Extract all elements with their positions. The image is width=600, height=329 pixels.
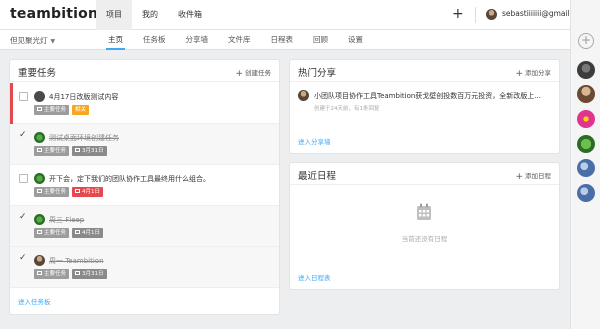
recent-schedule-card: 最近日程 + 添加日程 当前还没有日程 进入日程表 (290, 163, 559, 289)
tab-home[interactable]: 主页 (98, 30, 133, 50)
project-selector[interactable]: 但见聚光灯 ▼ (10, 35, 55, 46)
top-nav-projects[interactable]: 项目 (96, 0, 132, 30)
tab-review[interactable]: 回顾 (303, 30, 338, 50)
create-task-button[interactable]: + 创建任务 (235, 67, 271, 79)
checkmark-icon[interactable]: ✓ (19, 212, 27, 222)
task-checkbox[interactable] (19, 174, 28, 183)
member-avatar[interactable] (577, 61, 595, 79)
go-to-share-wall-link[interactable]: 进入分享墙 (298, 136, 331, 146)
task-tags: 主要任务 相关 (34, 105, 90, 115)
checkmark-icon[interactable]: ✓ (19, 130, 27, 140)
task-title: 测试桌面环境创建任务 (49, 134, 119, 142)
top-bar: teambition 项目 我的 收件箱 + sebastiiiiiii@gma… (0, 0, 588, 30)
card-header: 重要任务 + 创建任务 (10, 60, 279, 82)
checkmark-icon[interactable]: ✓ (19, 253, 27, 263)
due-date-badge: 4月1日 (72, 228, 104, 238)
card-title: 热门分享 (298, 68, 337, 79)
due-date-badge: 3月31日 (72, 269, 107, 279)
share-meta: 创建于24天前，有1条回复 (314, 106, 380, 112)
project-name: 但见聚光灯 (10, 36, 48, 45)
avatar (298, 90, 309, 101)
top-nav-mine[interactable]: 我的 (132, 0, 168, 30)
avatar (34, 173, 45, 184)
due-date-badge: 4月1日 (72, 187, 104, 197)
chevron-down-icon: ▼ (50, 38, 56, 45)
plus-icon: + (515, 172, 523, 182)
avatar (34, 91, 45, 102)
calendar-icon (75, 189, 81, 193)
card-header: 热门分享 + 添加分享 (290, 60, 559, 82)
card-title: 重要任务 (18, 68, 57, 79)
task-item[interactable]: 4月17日改版测试内容 主要任务 相关 (10, 83, 279, 124)
go-to-taskboard-link[interactable]: 进入任务板 (18, 296, 51, 306)
task-tag: 主要任务 (34, 269, 70, 279)
project-nav-bar: 但见聚光灯 ▼ 主页 任务板 分享墙 文件库 日程表 回顾 设置 (0, 30, 570, 50)
task-tags: 主要任务 3月31日 (34, 146, 107, 156)
due-date-badge: 3月31日 (72, 146, 107, 156)
add-share-button[interactable]: + 添加分享 (515, 67, 551, 79)
calendar-icon (75, 271, 81, 275)
task-item[interactable]: ✓ 周一 Teambition 主要任务 3月31日 (10, 247, 279, 288)
task-list: 4月17日改版测试内容 主要任务 相关 ✓ 测试桌面环境创建任务 主要任务 3月… (10, 83, 279, 288)
go-to-calendar-link[interactable]: 进入日程表 (298, 272, 331, 282)
user-avatar[interactable] (486, 9, 497, 20)
empty-state-text: 当前还没有日程 (401, 235, 448, 243)
tab-settings[interactable]: 设置 (338, 30, 373, 50)
avatar (34, 214, 45, 225)
add-icon[interactable]: + (452, 5, 464, 23)
list-icon (37, 271, 42, 275)
member-avatar[interactable] (577, 85, 595, 103)
task-tags: 主要任务 4月1日 (34, 228, 104, 238)
calendar-icon (417, 203, 431, 220)
task-tag: 主要任务 (34, 187, 70, 197)
app-logo[interactable]: teambition (10, 6, 98, 22)
calendar-icon (75, 148, 81, 152)
task-tags: 主要任务 3月31日 (34, 269, 107, 279)
members-rail: + (570, 0, 600, 329)
task-tag: 主要任务 (34, 146, 70, 156)
divider (475, 7, 476, 23)
share-title[interactable]: 小团队项目协作工具Teambition获戈壁创投数百万元投资，全新改版上... (314, 91, 541, 101)
tab-calendar[interactable]: 日程表 (261, 30, 304, 50)
plus-icon: + (515, 69, 523, 79)
task-title: 周三 Fleep (49, 216, 85, 224)
task-checkbox[interactable] (19, 92, 28, 101)
project-tabs: 主页 任务板 分享墙 文件库 日程表 回顾 设置 (98, 30, 373, 50)
plus-icon: + (235, 69, 243, 79)
avatar (34, 255, 45, 266)
member-avatar[interactable] (577, 110, 595, 128)
important-tasks-card: 重要任务 + 创建任务 4月17日改版测试内容 主要任务 相关 ✓ 测试桌面环境创… (10, 60, 279, 314)
top-nav: 项目 我的 收件箱 (96, 0, 212, 30)
task-tag: 主要任务 (34, 105, 70, 115)
member-avatar[interactable] (577, 135, 595, 153)
task-related-badge: 相关 (72, 105, 90, 115)
tab-share-wall[interactable]: 分享墙 (176, 30, 219, 50)
avatar (34, 132, 45, 143)
card-header: 最近日程 + 添加日程 (290, 163, 559, 185)
list-icon (37, 189, 42, 193)
calendar-icon (75, 230, 81, 234)
hot-shares-card: 热门分享 + 添加分享 小团队项目协作工具Teambition获戈壁创投数百万元投… (290, 60, 559, 153)
top-nav-inbox[interactable]: 收件箱 (168, 0, 212, 30)
add-member-button[interactable]: + (578, 33, 594, 49)
task-title: 4月17日改版测试内容 (49, 93, 119, 101)
task-title: 周一 Teambition (49, 257, 104, 265)
task-title: 开下会，定下我们的团队协作工具最终用什么组合。 (49, 175, 210, 183)
task-item[interactable]: ✓ 周三 Fleep 主要任务 4月1日 (10, 206, 279, 247)
tab-files[interactable]: 文件库 (218, 30, 261, 50)
member-avatar[interactable] (577, 159, 595, 177)
card-title: 最近日程 (298, 171, 337, 182)
list-icon (37, 148, 42, 152)
task-tags: 主要任务 4月1日 (34, 187, 104, 197)
list-icon (37, 230, 42, 234)
add-schedule-button[interactable]: + 添加日程 (515, 170, 551, 182)
tab-taskboard[interactable]: 任务板 (133, 30, 176, 50)
list-icon (37, 107, 42, 111)
member-avatar[interactable] (577, 184, 595, 202)
task-tag: 主要任务 (34, 228, 70, 238)
task-item[interactable]: ✓ 测试桌面环境创建任务 主要任务 3月31日 (10, 124, 279, 165)
task-item[interactable]: 开下会，定下我们的团队协作工具最终用什么组合。 主要任务 4月1日 (10, 165, 279, 206)
